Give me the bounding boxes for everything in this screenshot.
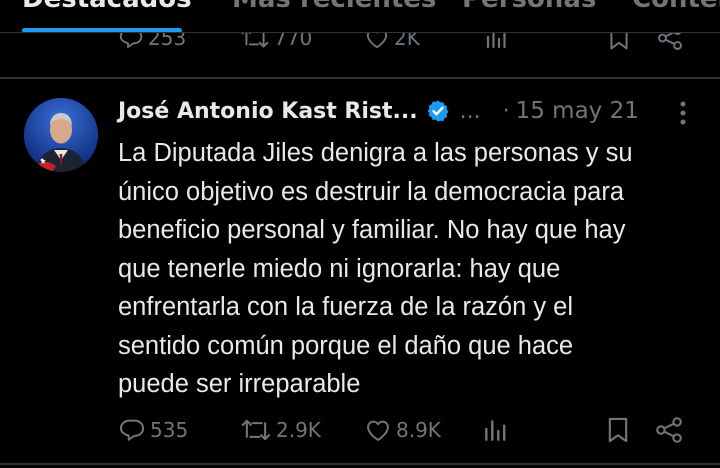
tweet-divider — [0, 77, 720, 79]
tweet-text-line: puede ser irreparable — [118, 370, 361, 398]
heart-icon — [366, 33, 388, 49]
previous-share-button[interactable] — [656, 33, 684, 51]
tweet-date[interactable]: 15 may 21 — [516, 98, 639, 124]
views-button[interactable] — [482, 416, 508, 444]
previous-repost-button[interactable]: 770 — [240, 33, 312, 51]
header-separator: · — [502, 98, 510, 124]
views-icon — [485, 420, 506, 441]
previous-like-count: 2K — [394, 33, 420, 50]
more-vertical-icon — [680, 101, 686, 125]
bookmark-icon — [610, 33, 628, 50]
tweet-text-line: que tenerle miedo ni ignorarla: hay que — [118, 254, 561, 283]
tab-mas-recientes[interactable]: Más recientes — [232, 0, 436, 14]
tab-personas[interactable]: Personas — [462, 0, 596, 14]
share-button[interactable] — [654, 416, 684, 444]
repost-count: 2.9K — [276, 418, 321, 442]
tweet-actions: 535 2.9K 8.9K — [0, 408, 720, 452]
verified-badge-icon — [427, 100, 449, 122]
author-name[interactable]: José Antonio Kast Rist... — [118, 99, 418, 124]
reply-button[interactable]: 535 — [118, 416, 188, 444]
bookmark-icon — [608, 417, 628, 443]
repost-button[interactable]: 2.9K — [240, 416, 321, 444]
repost-icon — [241, 33, 269, 48]
tweet-text: La Diputada Jiles denigra a las personas… — [118, 134, 708, 404]
bookmark-button[interactable] — [606, 416, 630, 444]
previous-tweet-actions: 253 770 2K — [0, 33, 720, 77]
tweet-text-line: único objetivo es destruir la democracia… — [118, 177, 625, 206]
share-icon — [658, 33, 682, 50]
more-options-button[interactable] — [668, 98, 698, 128]
views-icon — [486, 33, 506, 49]
tab-contenido[interactable]: Contenido — [632, 0, 720, 14]
avatar[interactable] — [24, 98, 98, 172]
tweet-text-line: beneficio personal y familiar. No hay qu… — [118, 216, 626, 244]
previous-reply-count: 253 — [148, 33, 187, 50]
reply-count: 535 — [150, 418, 189, 442]
tweet-text-line: enfrentarla con la fuerza de la razón y … — [118, 293, 574, 321]
tab-bar: Destacados Más recientes Personas Conten… — [0, 0, 720, 32]
tweet-bottom-border — [0, 463, 720, 465]
like-count: 8.9K — [396, 418, 441, 442]
tweet-text-line: sentido común porque el daño que hace — [118, 331, 574, 360]
like-button[interactable]: 8.9K — [364, 416, 441, 444]
previous-like-button[interactable]: 2K — [364, 33, 420, 51]
tweet-text-line: La Diputada Jiles denigra a las personas… — [118, 139, 633, 167]
share-icon — [656, 417, 682, 443]
tab-destacados[interactable]: Destacados — [22, 0, 192, 14]
previous-repost-count: 770 — [274, 33, 313, 50]
previous-reply-button[interactable]: 253 — [118, 33, 186, 51]
previous-views-button[interactable] — [484, 33, 508, 51]
reply-icon — [119, 33, 143, 48]
tweet-header: José Antonio Kast Rist... ... · 15 may 2… — [118, 92, 639, 130]
author-handle[interactable]: ... — [460, 99, 481, 124]
previous-bookmark-button[interactable] — [608, 33, 630, 51]
repost-icon — [241, 419, 271, 441]
reply-icon — [119, 419, 145, 441]
heart-icon — [367, 420, 389, 441]
